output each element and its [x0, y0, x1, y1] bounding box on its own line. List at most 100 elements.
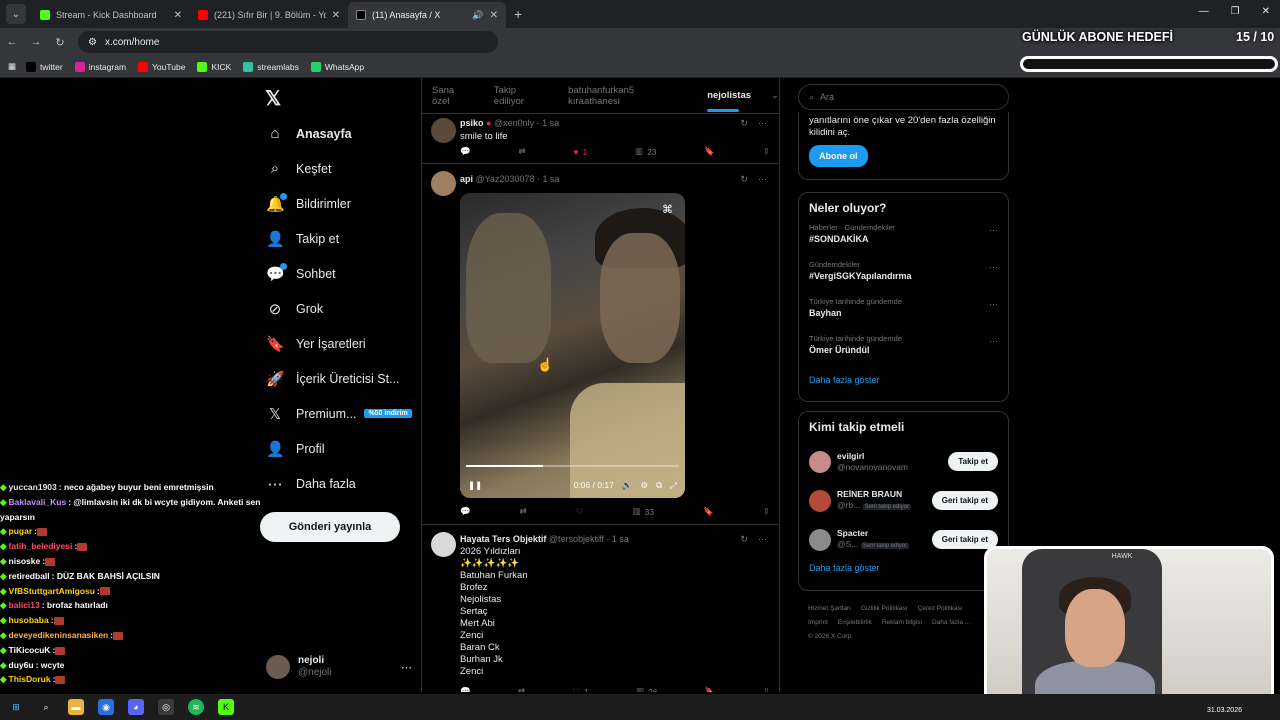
- more-icon[interactable]: ⋯: [758, 174, 767, 185]
- follow-button[interactable]: Takip et: [948, 452, 998, 471]
- close-window-button[interactable]: ✕: [1262, 6, 1270, 17]
- tweet[interactable]: api @Yaz2030078 · 1 sa ↻ ⋯ ⌘ ❚❚ 0:06 / 0:…: [422, 165, 779, 525]
- reply-icon[interactable]: 💬: [460, 146, 471, 157]
- views-icon[interactable]: ▥ 33: [633, 506, 655, 517]
- views-icon[interactable]: ▥ 23: [635, 146, 657, 157]
- follow-button[interactable]: Geri takip et: [931, 530, 998, 549]
- close-tab-icon[interactable]: ✕: [332, 10, 340, 21]
- like-icon[interactable]: ♡: [576, 506, 584, 517]
- more-icon[interactable]: ⋯: [989, 336, 998, 347]
- trend-item[interactable]: Türkiye tarihinde gündemde Ömer Üründül ⋯: [809, 334, 998, 371]
- tab-search-button[interactable]: ⌄: [6, 4, 26, 24]
- share-icon[interactable]: ⇪: [763, 506, 770, 517]
- pause-icon[interactable]: ❚❚: [468, 480, 482, 491]
- avatar[interactable]: [809, 489, 831, 512]
- chat-username[interactable]: nisoske: [9, 556, 41, 566]
- chat-username[interactable]: fatih_belediyesi: [9, 541, 73, 551]
- steam-icon[interactable]: ◉: [98, 699, 114, 715]
- nav-item-home[interactable]: ⌂ Anasayfa: [266, 116, 416, 151]
- share-icon[interactable]: ⇪: [763, 686, 770, 692]
- nav-item-profile[interactable]: 👤 Profil: [266, 431, 416, 466]
- bookmark-item[interactable]: twitter: [26, 61, 63, 72]
- reload-icon[interactable]: ↻: [48, 36, 72, 49]
- spotify-icon[interactable]: ≋: [188, 699, 204, 715]
- volume-icon[interactable]: 🔊: [622, 480, 633, 491]
- close-tab-icon[interactable]: ✕: [490, 10, 498, 21]
- more-icon[interactable]: ⋯: [989, 262, 998, 273]
- more-icon[interactable]: ⋯: [758, 118, 767, 129]
- apps-icon[interactable]: ▦: [8, 61, 16, 72]
- follow-suggestion[interactable]: evilgirl @novanovanovam Takip et: [809, 442, 998, 481]
- footer-link[interactable]: Hizmet Şartları: [808, 605, 851, 612]
- grok-icon[interactable]: ↻: [740, 534, 748, 545]
- chat-username[interactable]: husobaba: [9, 615, 49, 625]
- file-explorer-icon[interactable]: ▬: [68, 699, 84, 715]
- video-progress-bar[interactable]: [466, 465, 679, 467]
- video-player[interactable]: ⌘ ❚❚ 0:06 / 0:17 🔊 ⚙ ⧉ ⤢: [460, 193, 685, 498]
- retweet-icon[interactable]: ⇄: [520, 506, 527, 517]
- tweet[interactable]: Hayata Ters Objektif @tersobjektiff · 1 …: [422, 526, 779, 692]
- bookmark-item[interactable]: KICK: [197, 61, 231, 72]
- nav-item-search[interactable]: ⌕ Keşfet: [266, 151, 416, 186]
- site-info-icon[interactable]: ⚙: [88, 37, 97, 48]
- address-bar[interactable]: ⚙ x.com/home: [78, 31, 498, 53]
- search-input[interactable]: ⌕ Ara: [798, 84, 1009, 110]
- show-more-link[interactable]: Daha fazla göster: [809, 563, 998, 573]
- discord-icon[interactable]: ◕: [128, 699, 144, 715]
- footer-link[interactable]: Çerez Politikası: [918, 605, 963, 612]
- nav-item-grok[interactable]: ⊘ Grok: [266, 291, 416, 326]
- speaker-icon[interactable]: 🔊: [472, 10, 483, 21]
- chat-username[interactable]: ThisDoruk: [9, 674, 51, 684]
- chat-username[interactable]: VfBStuttgartAmigosu: [9, 586, 95, 596]
- bookmark-icon[interactable]: 🔖: [703, 506, 714, 517]
- chat-username[interactable]: TiKicocuK: [9, 645, 51, 655]
- retweet-icon[interactable]: ⇄: [518, 146, 525, 157]
- nav-item-rocket[interactable]: 🚀 İçerik Üreticisi St...: [266, 361, 416, 396]
- nav-item-bookmark[interactable]: 🔖 Yer İşaretleri: [266, 326, 416, 361]
- follow-suggestion[interactable]: Spacter @S... Seni takip ediyor Geri takip…: [809, 520, 998, 559]
- chat-username[interactable]: retiredball: [9, 571, 50, 581]
- account-switcher[interactable]: nejoli @nejoli ⋯: [266, 652, 412, 682]
- fullscreen-icon[interactable]: ⤢: [670, 480, 677, 491]
- like-icon[interactable]: ♥ 1: [573, 146, 587, 157]
- maximize-button[interactable]: ❐: [1231, 6, 1240, 17]
- windows-start-icon[interactable]: ⊞: [8, 699, 24, 715]
- pip-icon[interactable]: ⧉: [656, 480, 662, 491]
- more-icon[interactable]: ⋯: [989, 299, 998, 310]
- chrome-icon[interactable]: ◎: [158, 699, 174, 715]
- subscribe-button[interactable]: Abone ol: [809, 145, 868, 167]
- chat-username[interactable]: Baklavali_Kus: [9, 497, 67, 507]
- post-button[interactable]: Gönderi yayınla: [260, 512, 400, 542]
- follow-suggestion[interactable]: REİNER BRAUN @rb... Seni takip ediyor Geri…: [809, 481, 998, 520]
- minimize-button[interactable]: —: [1199, 6, 1209, 17]
- bookmark-icon[interactable]: 🔖: [705, 686, 716, 692]
- chat-username[interactable]: deveyedikeninsanasiken: [9, 630, 109, 640]
- tweet-author[interactable]: psiko: [460, 118, 484, 128]
- footer-link[interactable]: Reklam bilgisi: [882, 619, 922, 626]
- grok-icon[interactable]: ↻: [740, 118, 748, 129]
- nav-item-chat[interactable]: 💬 Sohbet: [266, 256, 416, 291]
- avatar[interactable]: [431, 118, 456, 143]
- avatar[interactable]: [809, 450, 831, 473]
- browser-tab[interactable]: Stream - Kick Dashboard ✕: [32, 2, 190, 28]
- footer-link[interactable]: Daha fazla ...: [932, 619, 970, 626]
- trend-item[interactable]: Haberler · Gündemdekiler #SONDAKİKA ⋯: [809, 223, 998, 260]
- chat-username[interactable]: yuccan1903: [9, 482, 57, 492]
- nav-item-more[interactable]: ⋯ Daha fazla: [266, 466, 416, 501]
- nav-item-bell[interactable]: 🔔 Bildirimler: [266, 186, 416, 221]
- reply-icon[interactable]: 💬: [460, 506, 471, 517]
- more-icon[interactable]: ⋯: [989, 225, 998, 236]
- tweet[interactable]: psiko ● @xen0nly · 1 sa ↻ ⋯ smile to life…: [422, 114, 779, 164]
- avatar[interactable]: [431, 532, 456, 557]
- avatar[interactable]: [431, 171, 456, 196]
- browser-tab[interactable]: (221) Sıfır Bir | 9. Bölüm - YouTu ✕: [190, 2, 348, 28]
- share-icon[interactable]: ⇪: [763, 146, 770, 157]
- follow-button[interactable]: Geri takip et: [931, 491, 998, 510]
- nav-item-add-user[interactable]: 👤 Takip et: [266, 221, 416, 256]
- x-logo-icon[interactable]: 𝕏: [265, 86, 281, 111]
- bookmark-item[interactable]: instagram: [74, 61, 126, 72]
- bookmark-item[interactable]: WhatsApp: [310, 61, 364, 72]
- kick-icon[interactable]: K: [218, 699, 234, 715]
- footer-link[interactable]: Erişilebilirlik: [838, 619, 872, 626]
- bookmark-item[interactable]: streamlabs: [243, 61, 299, 72]
